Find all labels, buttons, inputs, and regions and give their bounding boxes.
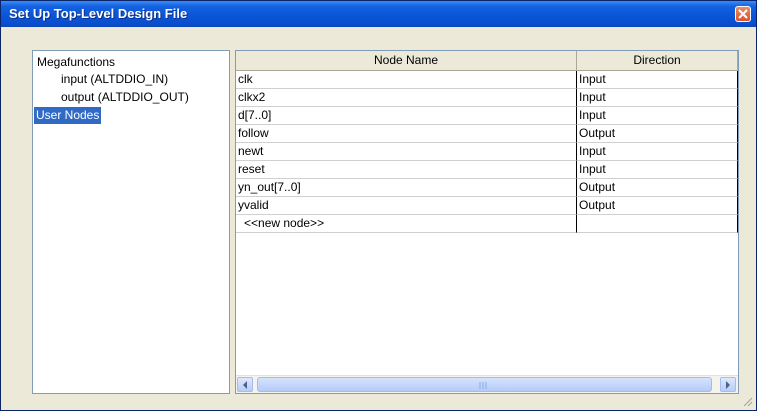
direction-cell[interactable]: Output [577,179,738,197]
direction-cell[interactable]: Output [577,197,738,215]
new-node-cell[interactable]: <<new node>> [236,215,577,233]
table-row[interactable]: d[7..0] Input [236,107,738,125]
direction-cell[interactable]: Input [577,161,738,179]
direction-cell[interactable]: Input [577,89,738,107]
node-name-cell[interactable]: clkx2 [236,89,577,107]
node-name-cell[interactable]: follow [236,125,577,143]
node-name-cell[interactable]: yn_out[7..0] [236,179,577,197]
table-row[interactable]: clk Input [236,71,738,89]
node-name-cell[interactable]: newt [236,143,577,161]
table-row[interactable]: follow Output [236,125,738,143]
table-row[interactable]: reset Input [236,161,738,179]
direction-cell[interactable]: Input [577,107,738,125]
megafunction-tree[interactable]: Megafunctions input (ALTDDIO_IN) output … [32,50,230,394]
arrow-right-icon [726,381,730,389]
direction-cell[interactable]: Input [577,143,738,161]
tree-item-output-altddio-out[interactable]: output (ALTDDIO_OUT) [59,89,191,106]
scrollbar-thumb[interactable] [257,377,712,392]
tree-item-user-nodes[interactable]: User Nodes [34,107,102,124]
resize-grip-icon[interactable] [741,395,753,407]
column-header-direction[interactable]: Direction [577,51,738,71]
horizontal-scrollbar[interactable] [236,375,738,393]
direction-cell[interactable]: Output [577,125,738,143]
grip-icon [479,382,487,389]
column-header-node-name[interactable]: Node Name [236,51,577,71]
table-row[interactable]: yn_out[7..0] Output [236,179,738,197]
table-row[interactable]: yvalid Output [236,197,738,215]
direction-cell[interactable] [577,215,738,233]
node-name-cell[interactable]: d[7..0] [236,107,577,125]
table-row[interactable]: newt Input [236,143,738,161]
close-button[interactable] [735,6,751,22]
title-bar[interactable]: Set Up Top-Level Design File [1,1,756,27]
close-icon [738,9,748,19]
table-row[interactable]: clkx2 Input [236,89,738,107]
scroll-right-button[interactable] [720,377,736,392]
node-name-cell[interactable]: reset [236,161,577,179]
node-table: Node Name Direction clk Input clkx2 Inpu… [235,50,739,394]
direction-cell[interactable]: Input [577,71,738,89]
new-node-row[interactable]: <<new node>> [236,215,738,233]
scroll-left-button[interactable] [237,377,253,392]
tree-item-megafunctions[interactable]: Megafunctions [35,54,117,71]
arrow-left-icon [243,381,247,389]
dialog-window: Set Up Top-Level Design File Megafunctio… [0,0,757,411]
node-name-cell[interactable]: yvalid [236,197,577,215]
tree-item-input-altddio-in[interactable]: input (ALTDDIO_IN) [59,71,170,88]
dialog-title: Set Up Top-Level Design File [9,6,188,21]
node-name-cell[interactable]: clk [236,71,577,89]
